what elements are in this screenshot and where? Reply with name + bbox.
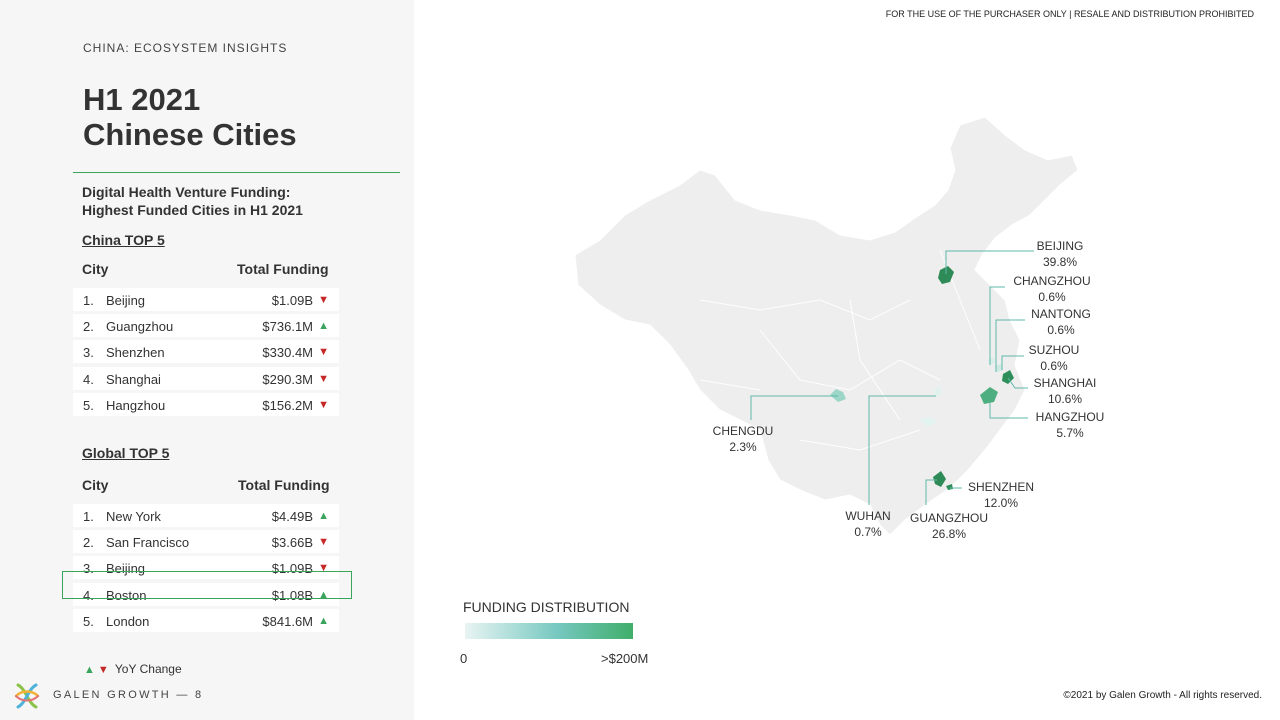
map-label-shanghai: SHANGHAI 10.6% bbox=[1026, 375, 1104, 407]
trend-up-icon: ▲ bbox=[318, 510, 329, 522]
trend-up-icon: ▲ bbox=[318, 614, 329, 627]
city-share: 12.0% bbox=[983, 496, 1019, 510]
map-label-nantong: NANTONG 0.6% bbox=[1024, 306, 1098, 338]
city-name: WUHAN bbox=[845, 509, 891, 523]
page-title-line2: Chinese Cities bbox=[83, 117, 297, 152]
funding-amount: $290.3M bbox=[262, 371, 313, 387]
eyebrow-label: CHINA: ECOSYSTEM INSIGHTS bbox=[83, 41, 288, 55]
rank-number: 2. bbox=[83, 319, 94, 335]
map-label-guangzhou: GUANGZHOU 26.8% bbox=[902, 510, 996, 542]
rank-number: 3. bbox=[83, 345, 94, 361]
funding-amount: $156.2M bbox=[262, 397, 313, 413]
city-share: 2.3% bbox=[729, 440, 757, 454]
chart-subtitle: Digital Health Venture Funding: Highest … bbox=[82, 183, 303, 219]
trend-up-icon: ▲ bbox=[318, 320, 329, 333]
list-item: 5. Hangzhou $156.2M ▼ bbox=[73, 392, 339, 416]
trend-down-icon: ▼ bbox=[318, 372, 329, 385]
city-share: 0.6% bbox=[1038, 290, 1066, 304]
funding-amount: $4.49B bbox=[271, 509, 313, 524]
list-item: 2. San Francisco $3.66B ▼ bbox=[73, 530, 339, 554]
legend-title: FUNDING DISTRIBUTION bbox=[463, 599, 630, 615]
map-label-changzhou: CHANGZHOU 0.6% bbox=[1005, 273, 1099, 305]
china-col-funding: Total Funding bbox=[237, 261, 329, 277]
galen-growth-logo-icon bbox=[14, 683, 40, 709]
china-col-city: City bbox=[82, 261, 109, 277]
list-item: 3. Shenzhen $330.4M ▼ bbox=[73, 340, 339, 364]
china-landmass bbox=[574, 116, 1079, 536]
funding-amount: $330.4M bbox=[262, 345, 313, 361]
city-name: GUANGZHOU bbox=[910, 511, 988, 525]
global-col-funding: Total Funding bbox=[238, 477, 330, 493]
list-item: 5. London $841.6M ▲ bbox=[73, 608, 339, 632]
city-share: 0.7% bbox=[854, 525, 882, 539]
rank-number: 1. bbox=[83, 509, 94, 524]
china-top5-list: 1. Beijing $1.09B ▼ 2. Guangzhou $736.1M… bbox=[73, 288, 339, 419]
city-share: 39.8% bbox=[1042, 255, 1078, 269]
city-name: London bbox=[106, 613, 150, 629]
global-top5-list: 1. New York $4.49B ▲ 2. San Francisco $3… bbox=[73, 504, 339, 635]
trend-down-icon: ▼ bbox=[318, 398, 329, 411]
page-title: H1 2021 Chinese Cities bbox=[83, 82, 297, 152]
city-name: SHANGHAI bbox=[1033, 376, 1097, 390]
city-name: Guangzhou bbox=[106, 319, 174, 335]
city-name: SHENZHEN bbox=[967, 480, 1034, 494]
list-item: 1. New York $4.49B ▲ bbox=[73, 504, 339, 527]
subtitle-line2: Highest Funded Cities in H1 2021 bbox=[82, 202, 303, 218]
map-label-hangzhou: HANGZHOU 5.7% bbox=[1027, 409, 1113, 441]
rank-number: 5. bbox=[83, 397, 94, 413]
funding-amount: $3.66B bbox=[271, 535, 313, 551]
funding-amount: $841.6M bbox=[262, 613, 313, 629]
selection-highlight-box bbox=[62, 571, 352, 599]
map-label-chengdu: CHENGDU 2.3% bbox=[703, 423, 783, 455]
map-label-shenzhen: SHENZHEN 12.0% bbox=[961, 479, 1041, 511]
city-name: Shenzhen bbox=[106, 345, 165, 361]
title-divider bbox=[73, 172, 400, 173]
page-title-line1: H1 2021 bbox=[83, 82, 201, 117]
yoy-label: YoY Change bbox=[114, 662, 182, 676]
map-label-wuhan: WUHAN 0.7% bbox=[836, 508, 900, 540]
legend-gradient-bar bbox=[465, 623, 633, 639]
city-name: BEIJING bbox=[1036, 239, 1084, 253]
city-name: Shanghai bbox=[106, 371, 161, 387]
city-name: NANTONG bbox=[1031, 307, 1091, 321]
rank-number: 5. bbox=[83, 613, 94, 629]
legend-max-label: >$200M bbox=[601, 651, 649, 666]
subtitle-line1: Digital Health Venture Funding: bbox=[82, 184, 291, 200]
city-name: HANGZHOU bbox=[1035, 410, 1105, 424]
china-top5-heading: China TOP 5 bbox=[82, 232, 165, 248]
trend-down-icon: ▼ bbox=[318, 536, 329, 549]
map-label-beijing: BEIJING 39.8% bbox=[1030, 238, 1090, 270]
yoy-legend: ▲ ▼ YoY Change bbox=[84, 662, 182, 676]
trend-down-icon: ▼ bbox=[97, 664, 109, 676]
city-share: 26.8% bbox=[931, 527, 967, 541]
list-item: 2. Guangzhou $736.1M ▲ bbox=[73, 314, 339, 338]
city-name: San Francisco bbox=[106, 535, 190, 551]
funding-amount: $736.1M bbox=[262, 319, 313, 335]
city-name: CHANGZHOU bbox=[1013, 274, 1091, 288]
city-name: Hangzhou bbox=[106, 397, 166, 413]
city-share: 0.6% bbox=[1040, 359, 1068, 373]
list-item: 1. Beijing $1.09B ▼ bbox=[73, 288, 339, 311]
map-label-suzhou: SUZHOU 0.6% bbox=[1022, 342, 1086, 374]
legend-min-label: 0 bbox=[460, 651, 468, 666]
city-name: New York bbox=[106, 509, 161, 524]
rank-number: 2. bbox=[83, 535, 94, 551]
city-name: SUZHOU bbox=[1028, 343, 1080, 357]
city-share: 5.7% bbox=[1056, 426, 1084, 440]
rank-number: 4. bbox=[83, 371, 94, 387]
rank-number: 1. bbox=[83, 293, 94, 308]
funding-amount: $1.09B bbox=[271, 293, 313, 308]
copyright: ©2021 by Galen Growth - All rights reser… bbox=[1063, 690, 1262, 701]
city-name: CHENGDU bbox=[712, 424, 774, 438]
city-share: 10.6% bbox=[1047, 392, 1083, 406]
global-top5-heading: Global TOP 5 bbox=[82, 445, 170, 461]
trend-up-icon: ▲ bbox=[84, 664, 95, 676]
city-share: 0.6% bbox=[1047, 323, 1075, 337]
trend-down-icon: ▼ bbox=[318, 294, 329, 306]
global-col-city: City bbox=[82, 477, 109, 493]
city-name: Beijing bbox=[106, 293, 146, 308]
trend-down-icon: ▼ bbox=[318, 346, 329, 359]
brand-page-label: GALEN GROWTH — 8 bbox=[53, 689, 204, 701]
list-item: 4. Shanghai $290.3M ▼ bbox=[73, 366, 339, 390]
